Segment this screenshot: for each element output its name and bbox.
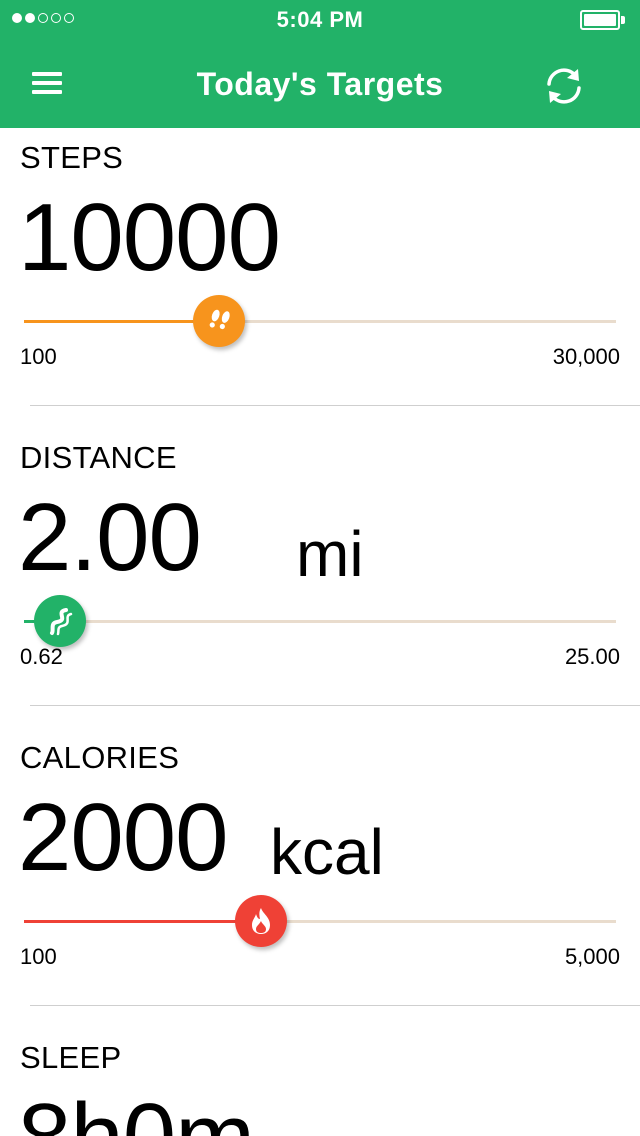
divider [30, 1005, 640, 1006]
section-label: CALORIES [20, 740, 180, 775]
calories-slider-track[interactable] [24, 920, 616, 923]
calories-max-label: 5,000 [564, 944, 620, 969]
divider [30, 405, 640, 406]
sleep-section: SLEEP 8h0m [0, 1028, 640, 1136]
steps-section: STEPS 10000 100 30,000 [0, 128, 640, 428]
divider [30, 705, 640, 706]
status-bar: 5:04 PM [0, 0, 640, 40]
section-label: STEPS [20, 140, 124, 175]
calories-value: 2000 [18, 784, 229, 891]
footprints-icon [210, 309, 231, 330]
distance-value: 2.00 [18, 484, 202, 591]
calories-slider-fill [24, 920, 261, 923]
road-icon [49, 608, 72, 636]
section-label: DISTANCE [20, 440, 177, 475]
calories-min-label: 100 [20, 944, 57, 969]
sync-icon[interactable] [542, 64, 586, 108]
nav-bar: Today's Targets [0, 40, 640, 128]
steps-value: 10000 [18, 184, 281, 291]
distance-slider-track[interactable] [24, 620, 616, 623]
distance-unit: mi [296, 518, 364, 590]
battery-icon [580, 10, 626, 30]
distance-max-label: 25.00 [564, 644, 620, 669]
steps-max-label: 30,000 [552, 344, 620, 369]
flame-icon [251, 908, 270, 934]
distance-section: DISTANCE 2.00 mi 0.62 25.00 [0, 428, 640, 728]
sleep-value: 8h0m [18, 1090, 255, 1136]
steps-slider-handle[interactable] [193, 295, 246, 347]
distance-slider-handle[interactable] [33, 595, 86, 647]
section-label: SLEEP [20, 1040, 122, 1075]
calories-slider-handle[interactable] [234, 895, 287, 947]
status-time: 5:04 PM [276, 7, 364, 32]
steps-slider-track[interactable] [24, 320, 616, 323]
steps-min-label: 100 [20, 344, 57, 369]
distance-min-label: 0.62 [20, 644, 63, 669]
calories-unit: kcal [270, 816, 384, 888]
steps-slider-fill [24, 320, 220, 323]
calories-section: CALORIES 2000 kcal 100 5,000 [0, 728, 640, 1028]
